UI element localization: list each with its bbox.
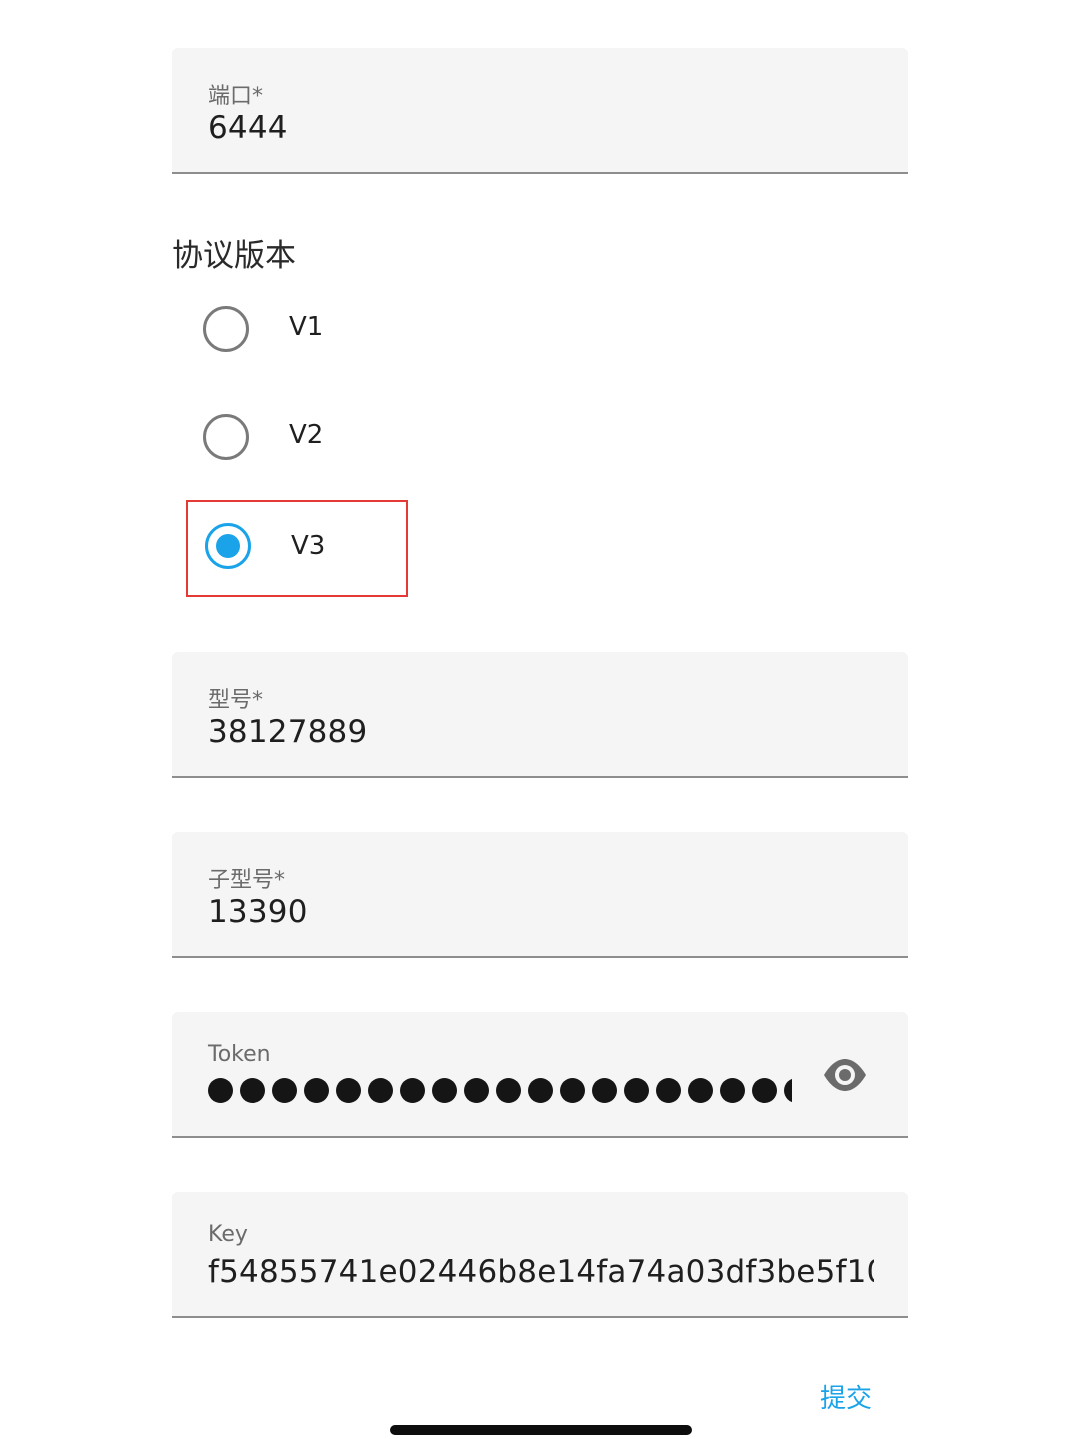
mask-dot [688,1078,713,1103]
mask-dot [592,1078,617,1103]
mask-dot [496,1078,521,1103]
radio-option-label: V1 [289,312,324,342]
submit-button[interactable]: 提交 [820,1378,872,1415]
mask-dot [560,1078,585,1103]
mask-dot [432,1078,457,1103]
radio-button-checked-icon[interactable] [205,523,251,569]
token-masked-value[interactable] [208,1076,792,1106]
mask-dot [368,1078,393,1103]
token-field[interactable]: Token [172,1012,908,1138]
radio-button-unchecked-icon[interactable] [203,306,249,352]
mask-dot [208,1078,233,1103]
eye-icon[interactable] [822,1058,868,1092]
radio-option-label: V2 [289,420,324,450]
protocol-version-title: 协议版本 [172,238,296,274]
mask-dot [720,1078,745,1103]
model-field[interactable]: 型号* 38127889 [172,652,908,778]
submodel-field-value[interactable]: 13390 [208,894,808,930]
model-field-label: 型号* [208,688,264,713]
mask-dot [656,1078,681,1103]
radio-option-v1[interactable]: V1 [186,282,408,376]
submodel-field[interactable]: 子型号* 13390 [172,832,908,958]
model-field-value[interactable]: 38127889 [208,714,808,750]
mask-dot [624,1078,649,1103]
mask-dot [784,1078,792,1103]
mask-dot [240,1078,265,1103]
submodel-field-label: 子型号* [208,868,286,893]
radio-button-unchecked-icon[interactable] [203,414,249,460]
mask-dot [304,1078,329,1103]
radio-selected-dot [216,534,240,558]
mask-dot [400,1078,425,1103]
port-field-value[interactable]: 6444 [208,110,808,146]
mask-dot [464,1078,489,1103]
key-field-value[interactable]: f54855741e02446b8e14fa74a03df3be5f10029 [208,1254,874,1290]
mask-dot [336,1078,361,1103]
port-field-label: 端口* [208,84,264,109]
mask-dot [272,1078,297,1103]
radio-option-label: V3 [291,531,326,561]
token-field-label: Token [208,1042,271,1067]
radio-option-v3[interactable]: V3 [186,500,408,597]
key-field[interactable]: Key f54855741e02446b8e14fa74a03df3be5f10… [172,1192,908,1318]
home-indicator[interactable] [390,1425,692,1435]
mask-dot [528,1078,553,1103]
mask-dot [752,1078,777,1103]
key-field-label: Key [208,1222,248,1247]
radio-option-v2[interactable]: V2 [186,390,408,484]
port-field[interactable]: 端口* 6444 [172,48,908,174]
